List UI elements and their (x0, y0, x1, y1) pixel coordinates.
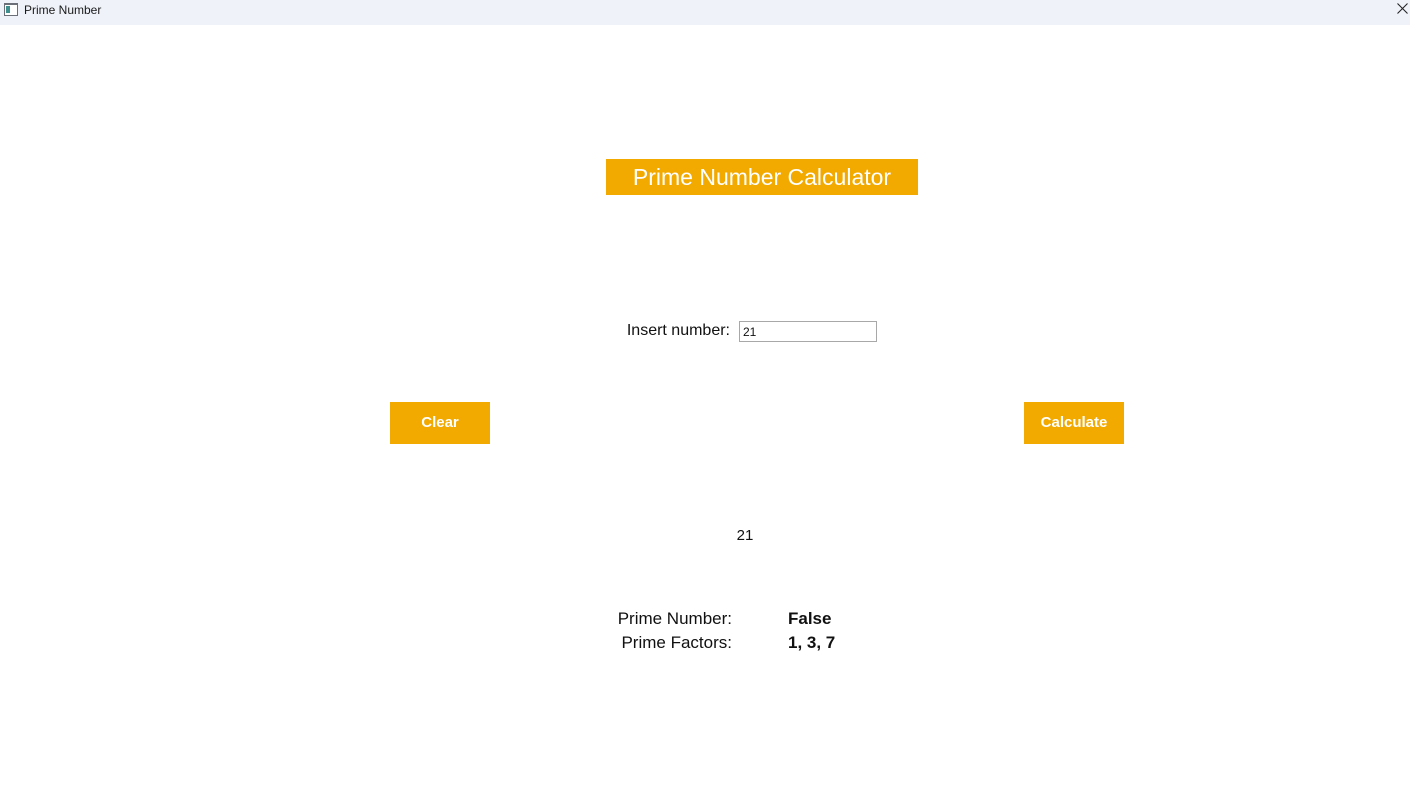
insert-number-label: Insert number: (626, 322, 730, 339)
prime-number-label: Prime Number: (617, 609, 732, 628)
calculate-button[interactable]: Calculate (1024, 402, 1124, 444)
app-window-icon (4, 3, 18, 16)
prime-factors-value: 1, 3, 7 (788, 633, 836, 652)
number-input[interactable] (739, 321, 877, 342)
page-title: Prime Number Calculator (606, 159, 918, 195)
entered-number-display: 21 (736, 527, 754, 544)
app-window: Prime Number Prime Number Calculator Ins… (0, 0, 1410, 811)
prime-number-value: False (788, 609, 832, 628)
close-button[interactable] (1394, 0, 1410, 20)
clear-button[interactable]: Clear (390, 402, 490, 444)
window-title: Prime Number (24, 3, 102, 17)
close-icon (1397, 3, 1408, 14)
prime-factors-label: Prime Factors: (621, 633, 732, 652)
title-bar: Prime Number (0, 0, 1410, 25)
